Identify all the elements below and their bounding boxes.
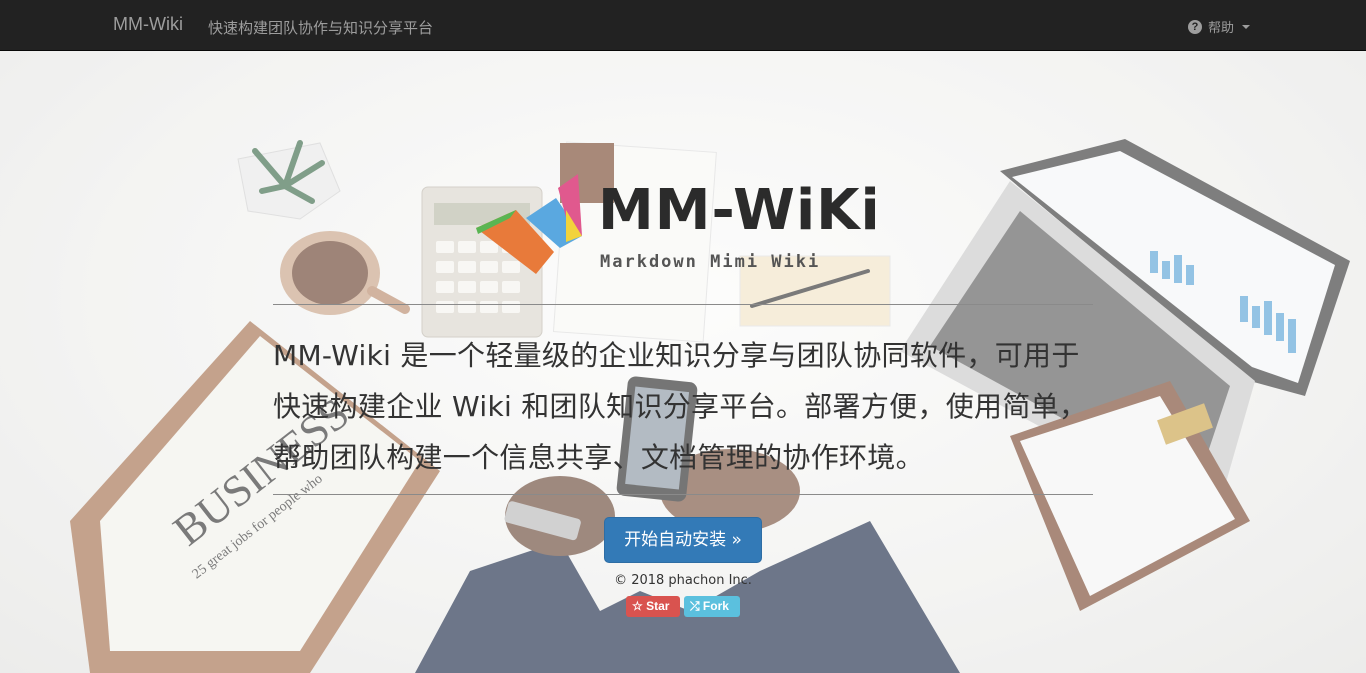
question-circle-icon: ? <box>1188 19 1202 34</box>
intro-description: MM-Wiki 是一个轻量级的企业知识分享与团队协同软件，可用于快速构建企业 W… <box>273 339 1088 474</box>
caret-down-icon <box>1242 24 1251 29</box>
github-fork-button[interactable]: ⤮ Fork <box>684 596 740 617</box>
help-label: 帮助 <box>1208 21 1235 36</box>
divider-top <box>273 304 1093 305</box>
brand-link[interactable]: MM-Wiki <box>113 14 183 35</box>
divider-bottom <box>273 494 1093 495</box>
start-install-button[interactable]: 开始自动安装 » <box>604 517 762 563</box>
logo-title: MM-WiKi <box>598 178 881 243</box>
copyright-text: © 2018 phachon Inc. <box>614 573 752 588</box>
top-navbar: MM-Wiki 快速构建团队协作与知识分享平台 ? 帮助 <box>0 0 1366 51</box>
navbar-tagline: 快速构建团队协作与知识分享平台 <box>208 19 434 37</box>
github-star-button[interactable]: ☆ Star <box>626 596 680 617</box>
logo-subtitle: Markdown Mimi Wiki <box>600 252 821 272</box>
help-dropdown[interactable]: ? 帮助 <box>1188 17 1251 36</box>
